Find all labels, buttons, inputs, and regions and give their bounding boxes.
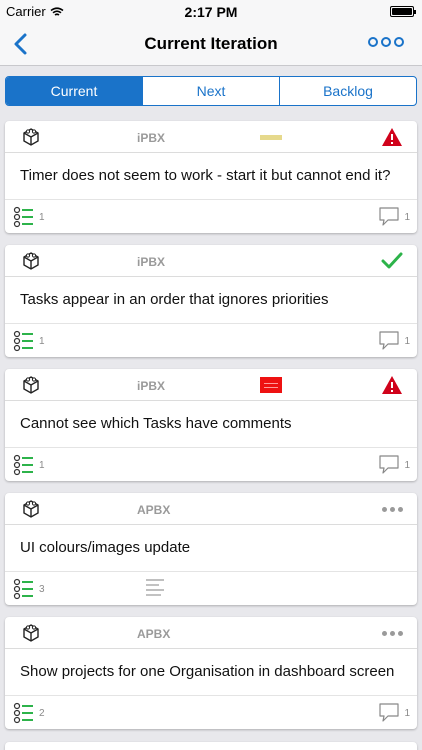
comment-icon[interactable] [378,702,400,724]
tab-current[interactable]: Current [6,77,142,105]
ellipsis-icon[interactable] [382,631,403,637]
story-title: Show projects for one Organisation in da… [20,663,395,680]
package-icon [21,251,41,271]
tasks-count: 1 [39,212,45,223]
more-options-icon[interactable] [368,37,404,47]
story-card[interactable]: iPBX Timer does not seem to work - start… [5,121,417,233]
comment-icon[interactable] [378,206,400,228]
ellipsis-icon[interactable] [382,507,403,513]
story-card-partial[interactable] [5,742,417,750]
card-header: iPBX [5,121,417,153]
card-header: iPBX [5,369,417,401]
priority-high-icon [260,377,282,393]
tab-next[interactable]: Next [142,77,279,105]
card-header: APBX [5,617,417,649]
card-footer: 1 1 [5,199,417,233]
story-card[interactable]: APBX Show projects for one Organisation … [5,617,417,729]
navigation-bar: Current Iteration [0,24,422,66]
story-title: UI colours/images update [20,539,191,556]
page-title: Current Iteration [144,34,278,53]
tasks-icon[interactable] [13,330,35,352]
warning-icon [381,127,403,147]
comment-count: 1 [404,708,410,719]
story-card[interactable]: iPBX Tasks appear in an order that ignor… [5,245,417,357]
card-footer: 1 1 [5,323,417,357]
card-footer: 3 [5,571,417,605]
story-title: Timer does not seem to work - start it b… [20,167,391,184]
tasks-count: 1 [39,336,45,347]
tasks-icon[interactable] [13,702,35,724]
story-title: Tasks appear in an order that ignores pr… [20,291,329,308]
card-footer: 1 1 [5,447,417,481]
package-icon [21,623,41,643]
comment-icon[interactable] [378,454,400,476]
story-card[interactable]: APBX UI colours/images update 3 [5,493,417,605]
checkmark-icon [381,251,403,271]
card-footer: 2 1 [5,695,417,729]
tab-backlog[interactable]: Backlog [279,77,416,105]
project-label: APBX [137,627,171,641]
package-icon [21,499,41,519]
project-label: APBX [137,503,171,517]
iteration-tabs: Current Next Backlog [5,76,417,106]
tasks-icon[interactable] [13,454,35,476]
warning-icon [381,375,403,395]
clock: 2:17 PM [184,4,238,20]
description-icon[interactable] [145,578,165,600]
project-label: iPBX [137,131,166,145]
package-icon [21,127,41,147]
project-label: iPBX [137,255,166,269]
battery-icon [390,6,416,17]
priority-low-icon [260,135,282,140]
comment-count: 1 [404,460,410,471]
package-icon [21,375,41,395]
comment-count: 1 [404,336,410,347]
status-bar: Carrier 2:17 PM [0,0,422,24]
tasks-icon[interactable] [13,206,35,228]
comment-count: 1 [404,212,410,223]
tasks-icon[interactable] [13,578,35,600]
project-label: iPBX [137,379,166,393]
card-header: iPBX [5,245,417,277]
tasks-count: 3 [39,584,45,595]
tasks-count: 2 [39,708,45,719]
card-header: APBX [5,493,417,525]
story-title: Cannot see which Tasks have comments [20,415,292,432]
story-card[interactable]: iPBX Cannot see which Tasks have comment… [5,369,417,481]
tasks-count: 1 [39,460,45,471]
comment-icon[interactable] [378,330,400,352]
